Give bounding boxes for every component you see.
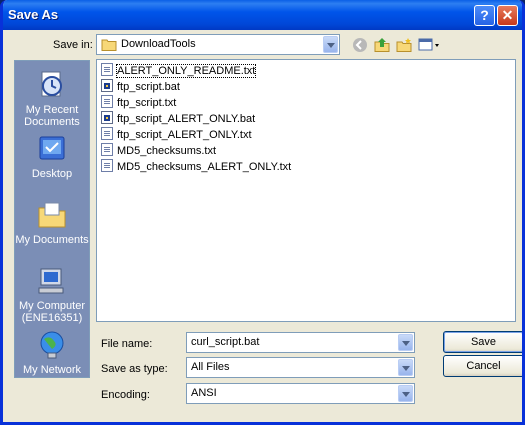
list-item[interactable]: ALERT_ONLY_README.txt [101,63,257,79]
save-as-type-label: Save as type: [101,363,168,375]
help-button[interactable]: ? [474,5,495,26]
save-in-label: Save in: [53,39,93,51]
file-name-field[interactable]: curl_script.bat [186,332,415,353]
encoding-label: Encoding: [101,389,150,401]
batch-file-icon [101,79,113,92]
back-icon[interactable] [352,37,368,53]
place-label: My Computer [18,300,86,312]
my-documents-icon [36,199,68,231]
chevron-down-icon[interactable] [398,334,413,351]
place-label: My Network [22,364,82,376]
places-bar: My Recent Documents Desktop My Documents… [14,60,90,378]
file-list[interactable]: ALERT_ONLY_README.txt ftp_script.bat ftp… [96,59,516,322]
save-in-dropdown[interactable]: DownloadTools [96,34,340,55]
save-as-type-value: All Files [191,361,230,373]
list-item[interactable]: MD5_checksums_ALERT_ONLY.txt [101,159,291,175]
file-name: MD5_checksums_ALERT_ONLY.txt [117,161,292,173]
place-my-computer[interactable]: My Computer (ENE16351) [15,265,89,324]
place-label-2: (ENE16351) [21,312,83,324]
file-name-value: curl_script.bat [191,336,260,348]
list-item[interactable]: MD5_checksums.txt [101,143,216,159]
place-desktop[interactable]: Desktop [15,133,89,180]
batch-file-icon [101,111,113,124]
place-my-recent-documents[interactable]: My Recent Documents [15,69,89,128]
save-in-value: DownloadTools [121,38,196,50]
list-item[interactable]: ftp_script.bat [101,79,180,95]
cancel-button[interactable]: Cancel [443,355,522,377]
file-name: ALERT_ONLY_README.txt [115,64,257,78]
file-name-label: File name: [101,338,153,350]
title-bar[interactable]: Save As ? ✕ [3,0,522,30]
my-network-icon [36,329,68,361]
encoding-value: ANSI [191,387,217,399]
text-file-icon [101,63,113,76]
window-title: Save As [8,7,59,22]
place-my-documents[interactable]: My Documents [15,199,89,246]
list-item[interactable]: ftp_script_ALERT_ONLY.bat [101,111,255,127]
chevron-down-icon[interactable] [323,36,338,53]
recent-documents-icon [36,69,68,101]
my-computer-icon [36,265,68,297]
place-label: My Recent [25,104,79,116]
chevron-down-icon[interactable] [398,359,413,376]
views-menu-icon[interactable] [418,37,440,53]
encoding-dropdown[interactable]: ANSI [186,383,415,404]
text-file-icon [101,159,113,172]
new-folder-icon[interactable] [396,37,412,53]
close-button[interactable]: ✕ [497,5,518,26]
file-name: MD5_checksums.txt [117,145,217,157]
text-file-icon [101,127,113,140]
file-name: ftp_script_ALERT_ONLY.txt [117,129,252,141]
place-label: Desktop [31,168,73,180]
place-my-network[interactable]: My Network [15,329,89,376]
place-label-2: Documents [24,116,80,128]
text-file-icon [101,143,113,156]
save-as-type-dropdown[interactable]: All Files [186,357,415,378]
save-button[interactable]: Save [443,331,522,353]
desktop-icon [36,133,68,165]
up-folder-icon[interactable] [374,37,390,53]
text-file-icon [101,95,113,108]
folder-icon [101,38,117,51]
file-name: ftp_script.txt [117,97,177,109]
chevron-down-icon[interactable] [398,385,413,402]
file-name: ftp_script_ALERT_ONLY.bat [117,113,256,125]
list-item[interactable]: ftp_script_ALERT_ONLY.txt [101,127,252,143]
save-as-dialog: Save As ? ✕ Save in: DownloadTools My Re… [0,0,525,425]
place-label: My Documents [15,234,89,246]
list-item[interactable]: ftp_script.txt [101,95,176,111]
file-name: ftp_script.bat [117,81,180,93]
